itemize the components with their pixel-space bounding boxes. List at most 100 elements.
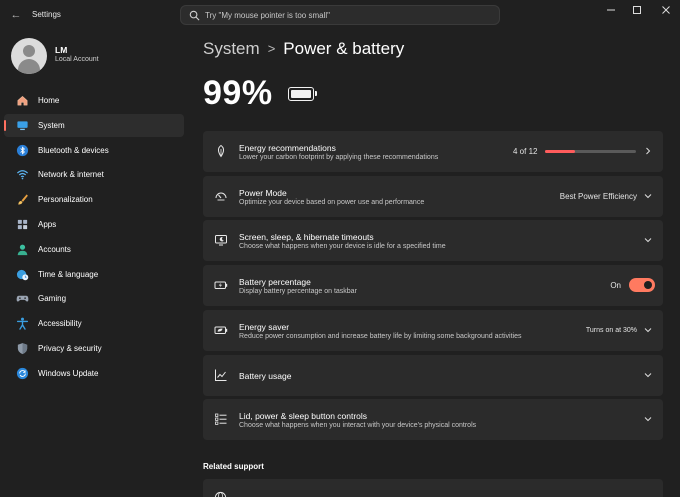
- chevron-down-icon: [644, 194, 652, 199]
- globe-icon: [214, 491, 227, 497]
- sidebar-item-gaming[interactable]: Gaming: [4, 287, 184, 310]
- accessibility-icon: [16, 317, 29, 330]
- lid-power-sleep-controls-card[interactable]: Lid, power & sleep button controls Choos…: [203, 399, 663, 440]
- related-support-card[interactable]: [203, 479, 663, 497]
- chevron-down-icon: [644, 373, 652, 378]
- screen-sleep-timeouts-card[interactable]: Screen, sleep, & hibernate timeouts Choo…: [203, 220, 663, 261]
- card-title: Energy saver: [239, 322, 290, 332]
- card-title: Power Mode: [239, 188, 287, 198]
- battery-icon: [288, 87, 317, 101]
- chevron-down-icon: [644, 238, 652, 243]
- sidebar-item-network[interactable]: Network & internet: [4, 163, 184, 186]
- sidebar-nav: Home System Bluetooth & devices Network …: [4, 89, 184, 387]
- sidebar-item-windows-update[interactable]: Windows Update: [4, 362, 184, 385]
- sidebar-item-bluetooth[interactable]: Bluetooth & devices: [4, 139, 184, 162]
- card-subtitle: Display battery percentage on taskbar: [239, 288, 357, 295]
- sidebar-item-label: Apps: [38, 219, 57, 229]
- shield-icon: [17, 343, 28, 355]
- sidebar-item-accessibility[interactable]: Accessibility: [4, 312, 184, 335]
- breadcrumb-separator: >: [267, 41, 276, 56]
- brush-icon: [18, 194, 28, 205]
- search-icon: [189, 10, 200, 21]
- sidebar-item-accounts[interactable]: Accounts: [4, 238, 184, 261]
- power-mode-dropdown-value[interactable]: Best Power Efficiency: [560, 192, 637, 201]
- page-title: Power & battery: [283, 39, 405, 58]
- card-title: Energy recommendations: [239, 143, 336, 153]
- minimize-icon: [607, 9, 615, 11]
- wifi-icon: [16, 170, 29, 180]
- power-mode-card[interactable]: Power Mode Optimize your device based on…: [203, 176, 663, 217]
- recommendations-progress-fill: [545, 150, 576, 153]
- energy-saver-card[interactable]: Energy saver Reduce power consumption an…: [203, 310, 663, 351]
- chevron-down-icon: [644, 328, 652, 333]
- battery-percentage-toggle[interactable]: [629, 278, 655, 292]
- sidebar-item-apps[interactable]: Apps: [4, 213, 184, 236]
- energy-saver-status: Turns on at 30%: [585, 327, 637, 334]
- close-button[interactable]: [659, 5, 673, 19]
- sidebar-item-label: Bluetooth & devices: [38, 145, 109, 155]
- sidebar-item-home[interactable]: Home: [4, 89, 184, 112]
- chevron-right-icon: [646, 147, 651, 155]
- battery-usage-card[interactable]: Battery usage: [203, 355, 663, 396]
- battery-percentage-card: Battery percentage Display battery perce…: [203, 265, 663, 306]
- checklist-icon: [215, 413, 227, 425]
- search-placeholder: Try "My mouse pointer is too small": [205, 11, 330, 20]
- card-subtitle: Optimize your device based on power use …: [239, 199, 425, 206]
- energy-saver-icon: [214, 326, 228, 334]
- accounts-icon: [17, 244, 28, 255]
- avatar-head-shape: [23, 45, 35, 57]
- gamepad-icon: [16, 296, 29, 302]
- toggle-knob: [644, 281, 652, 289]
- energy-recommendations-card[interactable]: Energy recommendations Lower your carbon…: [203, 131, 663, 172]
- card-title: Battery usage: [239, 371, 292, 381]
- sidebar-item-label: Accessibility: [38, 319, 82, 329]
- update-icon: [16, 367, 29, 379]
- card-subtitle: Choose what happens when you interact wi…: [239, 422, 477, 429]
- maximize-button[interactable]: [630, 5, 644, 19]
- minimize-button[interactable]: [604, 5, 618, 19]
- sidebar-item-label: System: [38, 120, 65, 130]
- sidebar-item-label: Network & internet: [38, 170, 104, 180]
- title-bar: ← Settings Try "My mouse pointer is too …: [0, 0, 680, 30]
- card-title: Lid, power & sleep button controls: [239, 411, 368, 421]
- sidebar-item-label: Gaming: [38, 294, 67, 304]
- card-title: Battery percentage: [239, 277, 311, 287]
- screen-sleep-icon: [215, 235, 227, 246]
- chart-line-icon: [215, 369, 227, 381]
- toggle-state-label: On: [610, 281, 621, 290]
- sidebar-item-label: Home: [38, 96, 60, 105]
- card-subtitle: Lower your carbon footprint by applying …: [239, 154, 439, 161]
- power-mode-icon: [215, 192, 227, 201]
- close-icon: [662, 6, 670, 14]
- recommendations-count: 4 of 12: [513, 147, 538, 156]
- system-icon: [17, 121, 28, 130]
- chevron-down-icon: [644, 417, 652, 422]
- breadcrumb: System > Power & battery: [203, 39, 404, 59]
- card-subtitle: Choose what happens when your device is …: [239, 243, 446, 250]
- leaf-icon: [218, 144, 224, 158]
- app-title: Settings: [32, 10, 61, 19]
- sidebar-item-time-language[interactable]: Time & language: [4, 263, 184, 286]
- globe-clock-icon: [16, 269, 29, 280]
- sidebar-item-privacy[interactable]: Privacy & security: [4, 337, 184, 360]
- home-icon: [17, 95, 28, 106]
- sidebar-item-label: Personalization: [38, 195, 93, 205]
- user-account-type: Local Account: [55, 56, 99, 63]
- sidebar-item-personalization[interactable]: Personalization: [4, 188, 184, 211]
- maximize-icon: [633, 6, 641, 14]
- avatar[interactable]: [11, 38, 47, 74]
- bluetooth-icon: [16, 144, 29, 156]
- card-subtitle: Reduce power consumption and increase ba…: [239, 333, 522, 340]
- sidebar-item-label: Accounts: [38, 244, 71, 254]
- sidebar: LM Local Account Home System Bluetooth &…: [0, 30, 190, 497]
- breadcrumb-parent[interactable]: System: [203, 39, 260, 58]
- user-name: LM: [55, 45, 68, 55]
- search-box[interactable]: Try "My mouse pointer is too small": [180, 5, 500, 25]
- sidebar-item-label: Privacy & security: [38, 343, 102, 353]
- back-button[interactable]: ←: [9, 8, 23, 22]
- sidebar-item-system[interactable]: System: [4, 113, 184, 137]
- apps-icon: [17, 219, 28, 230]
- battery-percentage-display: 99%: [203, 74, 273, 112]
- battery-percentage-icon: [214, 281, 228, 289]
- related-support-heading: Related support: [203, 462, 264, 471]
